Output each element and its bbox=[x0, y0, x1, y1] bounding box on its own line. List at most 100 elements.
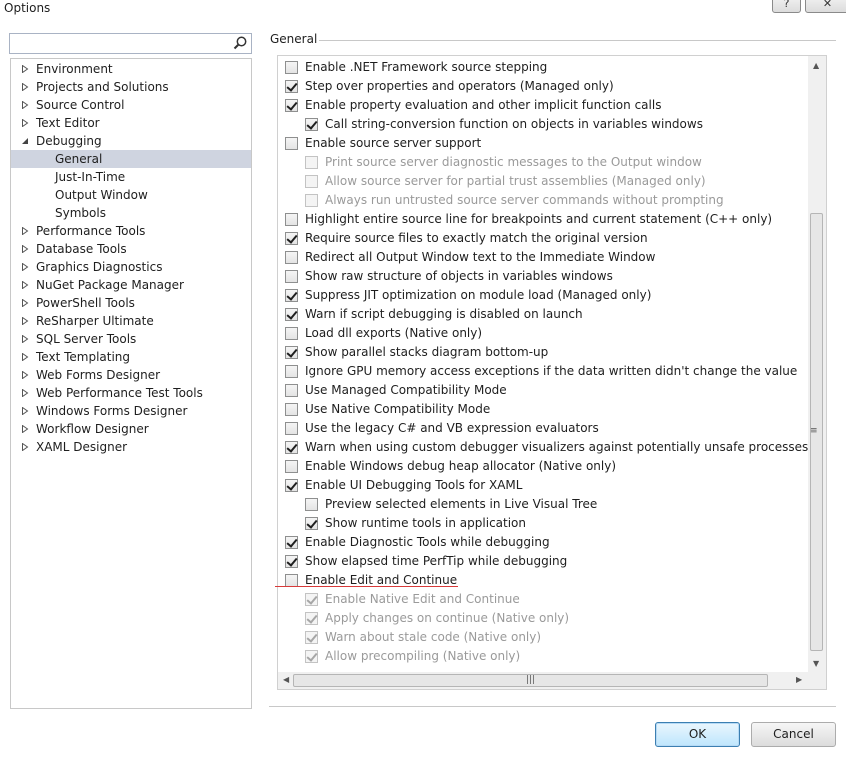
checkbox[interactable] bbox=[285, 403, 298, 416]
tree-item[interactable]: ReSharper Ultimate bbox=[11, 312, 251, 330]
option-label: Apply changes on continue (Native only) bbox=[325, 611, 570, 625]
checkbox[interactable] bbox=[305, 118, 318, 131]
checkbox[interactable] bbox=[285, 460, 298, 473]
scroll-down-icon[interactable]: ▼ bbox=[813, 659, 819, 668]
expand-arrow-icon[interactable] bbox=[21, 245, 29, 253]
checkbox[interactable] bbox=[285, 99, 298, 112]
checkbox[interactable] bbox=[285, 137, 298, 150]
option-label: Load dll exports (Native only) bbox=[305, 326, 483, 340]
option-label: Enable UI Debugging Tools for XAML bbox=[305, 478, 523, 492]
checkbox[interactable] bbox=[285, 270, 298, 283]
tree-item-label: NuGet Package Manager bbox=[36, 278, 184, 292]
scroll-right-icon[interactable]: ▶ bbox=[796, 675, 802, 684]
tree-item[interactable]: Source Control bbox=[11, 96, 251, 114]
checkbox[interactable] bbox=[285, 384, 298, 397]
tree-item[interactable]: Web Performance Test Tools bbox=[11, 384, 251, 402]
tree-item[interactable]: Text Templating bbox=[11, 348, 251, 366]
checkbox[interactable] bbox=[285, 61, 298, 74]
tree-item[interactable]: Symbols bbox=[11, 204, 251, 222]
expand-arrow-icon[interactable] bbox=[21, 65, 29, 73]
tree-item[interactable]: Environment bbox=[11, 60, 251, 78]
tree-item[interactable]: Projects and Solutions bbox=[11, 78, 251, 96]
tree-item[interactable]: Database Tools bbox=[11, 240, 251, 258]
tree-item-label: SQL Server Tools bbox=[36, 332, 137, 346]
scroll-up-icon[interactable]: ▲ bbox=[813, 61, 819, 70]
expand-arrow-icon[interactable] bbox=[21, 371, 29, 379]
scrollbar-corner bbox=[808, 672, 826, 689]
expand-arrow-icon[interactable] bbox=[21, 119, 29, 127]
checkbox[interactable] bbox=[285, 251, 298, 264]
search-input[interactable] bbox=[10, 34, 230, 53]
tree-item[interactable]: Graphics Diagnostics bbox=[11, 258, 251, 276]
tree-item[interactable]: Text Editor bbox=[11, 114, 251, 132]
expand-arrow-icon[interactable] bbox=[21, 299, 29, 307]
expand-arrow-icon[interactable] bbox=[21, 227, 29, 235]
tree-item-label: Projects and Solutions bbox=[36, 80, 169, 94]
expand-arrow-icon[interactable] bbox=[21, 83, 29, 91]
checkbox[interactable] bbox=[285, 441, 298, 454]
tree-item-label: PowerShell Tools bbox=[36, 296, 135, 310]
close-icon: ✕ bbox=[822, 0, 833, 10]
expand-arrow-icon[interactable] bbox=[21, 281, 29, 289]
expand-arrow-icon[interactable] bbox=[21, 263, 29, 271]
tree-item[interactable]: PowerShell Tools bbox=[11, 294, 251, 312]
expand-arrow-icon[interactable] bbox=[21, 443, 29, 451]
scroll-left-icon[interactable]: ◀ bbox=[283, 675, 289, 684]
checkbox[interactable] bbox=[285, 327, 298, 340]
vertical-scrollbar[interactable]: ▲ ≡ ▼ bbox=[808, 56, 826, 673]
option-label: Enable .NET Framework source stepping bbox=[305, 60, 548, 74]
checkbox[interactable] bbox=[285, 536, 298, 549]
expand-arrow-icon[interactable] bbox=[21, 425, 29, 433]
tree-item[interactable]: Just-In-Time bbox=[11, 168, 251, 186]
checkbox[interactable] bbox=[285, 555, 298, 568]
option-label: Call string-conversion function on objec… bbox=[325, 117, 703, 131]
checkbox[interactable] bbox=[285, 365, 298, 378]
expand-arrow-icon[interactable] bbox=[21, 407, 29, 415]
close-button[interactable]: ✕ bbox=[805, 0, 846, 13]
tree-item[interactable]: XAML Designer bbox=[11, 438, 251, 456]
tree-item[interactable]: SQL Server Tools bbox=[11, 330, 251, 348]
checkbox[interactable] bbox=[285, 308, 298, 321]
tree-item[interactable]: General bbox=[11, 150, 251, 168]
horizontal-scroll-thumb[interactable]: ||| bbox=[293, 674, 768, 687]
expand-arrow-icon[interactable] bbox=[21, 317, 29, 325]
tree-item[interactable]: Windows Forms Designer bbox=[11, 402, 251, 420]
checkbox[interactable] bbox=[285, 232, 298, 245]
tree-item-label: Windows Forms Designer bbox=[36, 404, 188, 418]
tree-item[interactable]: Web Forms Designer bbox=[11, 366, 251, 384]
checkbox[interactable] bbox=[285, 346, 298, 359]
footer-divider bbox=[269, 706, 836, 707]
checkbox[interactable] bbox=[285, 479, 298, 492]
expand-arrow-icon[interactable] bbox=[21, 353, 29, 361]
expand-arrow-icon[interactable] bbox=[21, 101, 29, 109]
checkbox[interactable] bbox=[285, 422, 298, 435]
tree-item[interactable]: Performance Tools bbox=[11, 222, 251, 240]
expand-arrow-icon[interactable] bbox=[21, 389, 29, 397]
option-label: Enable property evaluation and other imp… bbox=[305, 98, 662, 112]
expand-arrow-icon[interactable] bbox=[21, 335, 29, 343]
help-button[interactable]: ? bbox=[772, 0, 801, 13]
checkbox[interactable] bbox=[285, 289, 298, 302]
tree-item-label: Just-In-Time bbox=[55, 170, 126, 184]
tree-item[interactable]: Output Window bbox=[11, 186, 251, 204]
tree-item[interactable]: NuGet Package Manager bbox=[11, 276, 251, 294]
tree-item-label: Text Templating bbox=[36, 350, 131, 364]
cancel-button[interactable]: Cancel bbox=[751, 722, 836, 747]
tree-item[interactable]: Debugging bbox=[11, 132, 251, 150]
option-label: Preview selected elements in Live Visual… bbox=[325, 497, 598, 511]
collapse-arrow-icon[interactable] bbox=[21, 137, 29, 145]
ok-button[interactable]: OK bbox=[655, 722, 740, 747]
tree-item[interactable]: Workflow Designer bbox=[11, 420, 251, 438]
checkbox bbox=[305, 650, 318, 663]
checkbox bbox=[305, 631, 318, 644]
horizontal-scrollbar[interactable]: ◀ ||| ▶ bbox=[278, 672, 808, 689]
tree-item-label: Environment bbox=[36, 62, 113, 76]
checkbox[interactable] bbox=[285, 80, 298, 93]
option-label: Warn about stale code (Native only) bbox=[325, 630, 542, 644]
checkbox[interactable] bbox=[305, 517, 318, 530]
tree-item-label: Performance Tools bbox=[36, 224, 146, 238]
general-options-list: Enable .NET Framework source stepping Ste… bbox=[277, 55, 827, 690]
checkbox[interactable] bbox=[305, 498, 318, 511]
search-icon[interactable] bbox=[232, 35, 249, 52]
checkbox[interactable] bbox=[285, 213, 298, 226]
